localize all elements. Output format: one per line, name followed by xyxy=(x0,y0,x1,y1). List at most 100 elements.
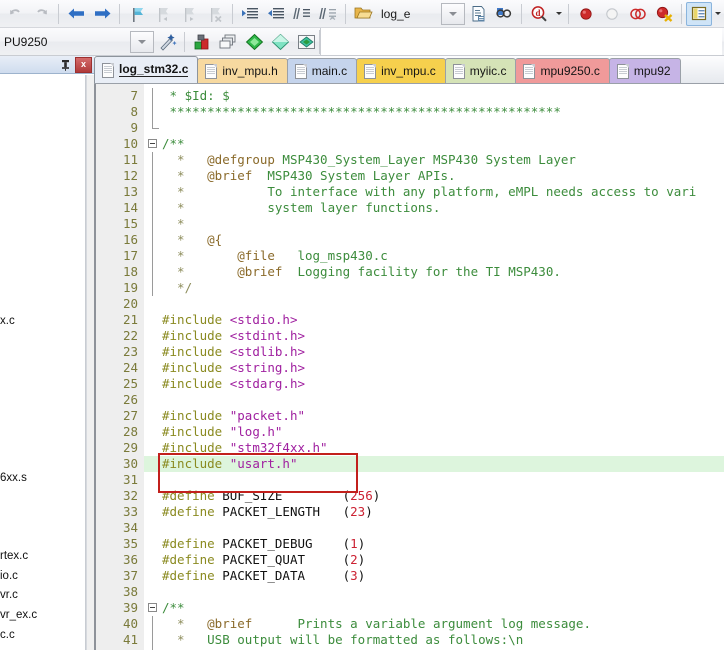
find-button[interactable]: d xyxy=(526,2,552,26)
insert-breakpoint-button[interactable] xyxy=(573,2,599,26)
tree-item[interactable]: vr_ex.c xyxy=(0,606,86,626)
find-dropdown-button[interactable] xyxy=(552,2,564,26)
tree-item[interactable] xyxy=(0,508,86,528)
tree-item[interactable] xyxy=(0,155,86,175)
line-number: 28 xyxy=(122,424,138,439)
tree-item[interactable] xyxy=(0,234,86,254)
tree-item[interactable] xyxy=(0,77,86,97)
tree-item[interactable] xyxy=(0,332,86,352)
redo-button[interactable] xyxy=(28,2,54,26)
bookmark-clear-button[interactable] xyxy=(202,2,228,26)
tree-item[interactable] xyxy=(0,430,86,450)
configure-target-button[interactable] xyxy=(154,30,180,54)
tab-mpu9250-c[interactable]: mpu9250.c xyxy=(515,58,610,83)
line-number: 21 xyxy=(122,312,138,327)
indent-increase-button[interactable] xyxy=(237,2,263,26)
tree-item[interactable]: 6xx.s xyxy=(0,469,86,489)
chevron-down-icon xyxy=(555,12,562,15)
pin-icon[interactable] xyxy=(58,58,72,72)
tree-item[interactable] xyxy=(0,175,86,195)
code-line[interactable] xyxy=(96,296,724,312)
tree-item[interactable] xyxy=(0,410,86,430)
tree-item[interactable] xyxy=(0,488,86,508)
multi-project-button[interactable] xyxy=(215,30,241,54)
tab-main-c[interactable]: main.c xyxy=(286,58,358,83)
tree-item[interactable]: rtex.c xyxy=(0,547,86,567)
tree-item[interactable] xyxy=(0,391,86,411)
line-number: 26 xyxy=(122,392,138,407)
manage-project-items-button[interactable] xyxy=(189,30,215,54)
compile-file-button[interactable] xyxy=(465,2,491,26)
code-line[interactable] xyxy=(96,120,724,136)
edit-breakpoint-button[interactable] xyxy=(625,2,651,26)
project-tree[interactable]: x.c6xx.srtex.cio.cvr.cvr_ex.cc.cc_ex.car… xyxy=(0,74,94,650)
tab-log-stm32-c[interactable]: log_stm32.c xyxy=(94,56,199,83)
code-line[interactable] xyxy=(96,136,724,152)
uncomment-block-button[interactable] xyxy=(315,2,341,26)
tree-item[interactable]: c_ex.c xyxy=(0,645,86,650)
tree-item[interactable]: vr.c xyxy=(0,586,86,606)
remove-all-breakpoints-button[interactable] xyxy=(651,2,677,26)
fold-collapse-icon[interactable] xyxy=(148,139,157,148)
tab-inv-mpu-c[interactable]: inv_mpu.c xyxy=(356,58,446,83)
line-number: 39 xyxy=(122,600,138,615)
code-text: #include "stm32f4xx.h" xyxy=(162,440,328,455)
tree-item[interactable] xyxy=(0,449,86,469)
line-number: 17 xyxy=(122,248,138,263)
target-selector-dropdown[interactable] xyxy=(130,30,154,53)
close-icon[interactable]: x xyxy=(75,56,92,73)
bookmark-toggle-button[interactable] xyxy=(124,2,150,26)
tree-item[interactable] xyxy=(0,116,86,136)
code-line[interactable] xyxy=(96,600,724,616)
tree-item[interactable] xyxy=(0,136,86,156)
project-panel-caption: x xyxy=(0,56,94,74)
windows-dropdown-button[interactable] xyxy=(712,2,722,26)
bookmark-next-button[interactable] xyxy=(176,2,202,26)
item-selector-dropdown[interactable] xyxy=(441,2,465,25)
code-text: #include "log.h" xyxy=(162,424,283,439)
tree-item[interactable] xyxy=(0,351,86,371)
tab-mpu9250-h[interactable]: mpu92 xyxy=(608,58,681,83)
tree-item[interactable]: c.c xyxy=(0,626,86,646)
tree-scrollbar[interactable] xyxy=(86,75,94,650)
tree-item[interactable]: x.c xyxy=(0,312,86,332)
navigate-forward-button[interactable] xyxy=(89,2,115,26)
tree-item[interactable] xyxy=(0,528,86,548)
tree-item[interactable] xyxy=(0,195,86,215)
tree-item[interactable] xyxy=(0,214,86,234)
tree-item[interactable] xyxy=(0,273,86,293)
bookmark-prev-button[interactable] xyxy=(150,2,176,26)
tree-item[interactable] xyxy=(0,97,86,117)
navigate-back-button[interactable] xyxy=(63,2,89,26)
tree-item[interactable] xyxy=(0,371,86,391)
build-target-button[interactable] xyxy=(241,30,267,54)
build-toolbar: PU9250 xyxy=(0,28,724,56)
current-item-label: log_e xyxy=(381,6,411,21)
line-number: 30 xyxy=(122,456,138,471)
rebuild-all-button[interactable] xyxy=(293,30,319,54)
indent-decrease-button[interactable] xyxy=(263,2,289,26)
code-editor[interactable]: 7 * $Id: $8 ****************************… xyxy=(94,84,724,650)
open-file-button[interactable] xyxy=(350,2,376,26)
toolbar-separator xyxy=(521,3,522,24)
fold-collapse-icon[interactable] xyxy=(148,603,157,612)
tree-item[interactable]: io.c xyxy=(0,567,86,587)
tree-item[interactable] xyxy=(0,253,86,273)
tab-myiic-c[interactable]: myiic.c xyxy=(444,58,517,83)
tree-item[interactable] xyxy=(0,293,86,313)
code-text: #define PACKET_DEBUG (1) xyxy=(162,536,366,551)
toolbar-separator xyxy=(345,3,346,24)
undo-button[interactable] xyxy=(2,2,28,26)
chevron-down-icon xyxy=(714,12,721,15)
translate-file-button[interactable] xyxy=(267,30,293,54)
comment-block-button[interactable] xyxy=(289,2,315,26)
code-text: * @file log_msp430.c xyxy=(162,248,388,263)
code-line[interactable] xyxy=(96,584,724,600)
code-line[interactable] xyxy=(96,472,724,488)
tab-inv-mpu-h[interactable]: inv_mpu.h xyxy=(197,58,288,83)
code-line[interactable] xyxy=(96,392,724,408)
find-in-files-button[interactable] xyxy=(491,2,517,26)
disable-breakpoint-button[interactable] xyxy=(599,2,625,26)
code-line[interactable] xyxy=(96,520,724,536)
manage-windows-button[interactable] xyxy=(686,1,712,26)
